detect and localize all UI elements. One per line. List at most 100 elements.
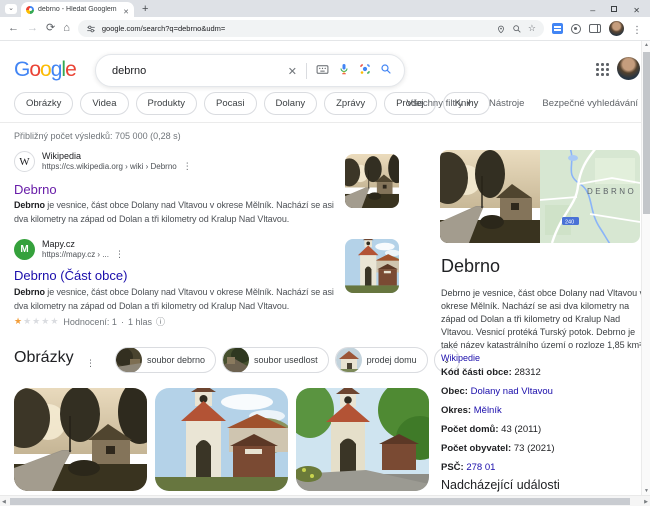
vertical-scrollbar-thumb[interactable] bbox=[643, 52, 650, 214]
translate-icon[interactable] bbox=[552, 23, 563, 34]
forward-button[interactable]: → bbox=[27, 23, 38, 34]
result-options-icon[interactable] bbox=[183, 161, 192, 172]
home-button[interactable]: ⌂ bbox=[63, 23, 70, 34]
result-title-link[interactable]: Debrno bbox=[14, 182, 57, 197]
image-result-chapel-sky[interactable] bbox=[155, 388, 288, 491]
result-thumbnail-village[interactable] bbox=[345, 154, 399, 208]
browser-menu-icon[interactable] bbox=[632, 20, 642, 38]
back-button[interactable]: ← bbox=[8, 23, 19, 34]
window-maximize-button[interactable] bbox=[611, 5, 618, 12]
knowledge-panel: DEBRNO 240 Debrno Debrno je vesnice, čás… bbox=[440, 41, 641, 506]
tab-list-chevron-icon[interactable]: ⌄ bbox=[5, 4, 17, 14]
google-lens-icon[interactable] bbox=[359, 62, 371, 80]
filter-chip-videa[interactable]: Videa bbox=[80, 92, 129, 115]
rating-text: Hodnocení: 1 bbox=[63, 316, 117, 327]
fact-row: Okres: Mělník bbox=[441, 405, 502, 416]
scroll-down-icon[interactable]: ▼ bbox=[643, 488, 650, 494]
filter-chip-pocasi[interactable]: Pocasi bbox=[204, 92, 257, 115]
result-snippet: Debrno je vesnice, část obce Dolany nad … bbox=[14, 200, 334, 224]
fact-link[interactable]: Dolany nad Vltavou bbox=[471, 386, 553, 397]
kp-map[interactable]: DEBRNO 240 bbox=[539, 150, 640, 243]
browser-window: ⌄ debrno - Hledat Googlem + ← → ⟳ ⌂ goog… bbox=[0, 0, 650, 507]
fact-link[interactable]: 278 01 bbox=[466, 462, 495, 473]
image-result-chapel-trees[interactable] bbox=[296, 388, 429, 491]
image-chip-soubor-debrno[interactable]: soubor debrno bbox=[115, 347, 217, 373]
kp-wikipedia-link[interactable]: Wikipedie bbox=[441, 353, 480, 363]
result-breadcrumb[interactable]: https://mapy.cz › ... bbox=[42, 250, 109, 260]
result-breadcrumb[interactable]: https://cs.wikipedia.org › wiki › Debrno bbox=[42, 162, 177, 172]
info-icon[interactable] bbox=[156, 315, 165, 328]
new-tab-button[interactable]: + bbox=[142, 2, 148, 16]
filter-chip-produkty[interactable]: Produkty bbox=[135, 92, 198, 115]
microphone-icon[interactable] bbox=[338, 62, 350, 80]
side-panel-icon[interactable] bbox=[589, 24, 601, 33]
url-text[interactable]: google.com/search?q=debrno&udm= bbox=[102, 24, 490, 33]
kp-title: Debrno bbox=[441, 256, 501, 276]
browser-tab[interactable]: debrno - Hledat Googlem bbox=[21, 2, 134, 17]
mapy-favicon-icon: M bbox=[14, 239, 35, 260]
google-favicon-icon bbox=[26, 5, 34, 14]
star-icon bbox=[32, 316, 41, 326]
chip-thumbnail bbox=[335, 348, 362, 372]
star-icon bbox=[41, 316, 50, 326]
scroll-left-icon[interactable]: ◀ bbox=[2, 499, 6, 505]
tune-icon[interactable] bbox=[86, 24, 96, 34]
bookmark-star-icon[interactable]: ☆ bbox=[528, 24, 536, 33]
result-site-name[interactable]: Mapy.cz bbox=[42, 239, 124, 249]
image-chip-prodej-domu[interactable]: prodej domu bbox=[334, 347, 428, 373]
reload-button[interactable]: ⟳ bbox=[46, 23, 55, 34]
result-stats: Přibližný počet výsledků: 705 000 (0,28 … bbox=[14, 131, 181, 141]
result-site-name[interactable]: Wikipedia bbox=[42, 151, 192, 161]
image-chip-soubor-usedlost[interactable]: soubor usedlost bbox=[222, 347, 329, 373]
images-section-heading: Obrázky bbox=[14, 349, 74, 366]
address-bar[interactable]: google.com/search?q=debrno&udm= ☆ bbox=[77, 20, 544, 37]
rating-votes[interactable]: 1 hlas bbox=[128, 317, 152, 327]
extension-icon[interactable] bbox=[571, 23, 581, 34]
chip-thumbnail bbox=[223, 348, 250, 372]
filter-chip-dolany[interactable]: Dolany bbox=[263, 92, 318, 115]
kp-facts: Kód části obce: 28312 Obec: Dolany nad V… bbox=[441, 363, 555, 477]
star-icon bbox=[50, 316, 59, 326]
horizontal-scrollbar[interactable]: ◀ ▶ bbox=[0, 495, 650, 506]
fact-link[interactable]: Mělník bbox=[474, 405, 502, 416]
result-title-link[interactable]: Debrno (Část obce) bbox=[14, 268, 127, 283]
search-input[interactable]: debrno bbox=[95, 54, 405, 87]
window-minimize-button[interactable] bbox=[590, 0, 595, 18]
search-query-text[interactable]: debrno bbox=[112, 65, 279, 77]
tab-close-icon[interactable] bbox=[123, 1, 129, 19]
kp-events-heading: Nadcházející události bbox=[441, 478, 560, 492]
clear-search-icon[interactable] bbox=[288, 62, 297, 80]
filter-chip-zpravy[interactable]: Zprávy bbox=[324, 92, 378, 115]
wikipedia-favicon-icon: W bbox=[14, 151, 35, 172]
svg-text:DEBRNO: DEBRNO bbox=[587, 187, 636, 196]
result-options-icon[interactable] bbox=[115, 249, 124, 260]
keyboard-icon[interactable] bbox=[316, 62, 329, 80]
fact-row: Počet obyvatel: 73 (2021) bbox=[441, 443, 555, 454]
vertical-scrollbar[interactable]: ▲ ▼ bbox=[641, 41, 650, 495]
browser-profile-avatar[interactable] bbox=[609, 21, 624, 36]
star-icon bbox=[14, 316, 23, 326]
search-result-wikipedia: W Wikipedia https://cs.wikipedia.org › w… bbox=[14, 151, 344, 172]
kp-photo[interactable] bbox=[440, 150, 540, 243]
filter-chip-obrazky[interactable]: Obrázky bbox=[14, 92, 74, 115]
search-divider bbox=[306, 62, 307, 79]
zoom-icon[interactable] bbox=[512, 24, 522, 34]
result-rating: Hodnocení: 1 · 1 hlas bbox=[14, 315, 165, 328]
images-section-options-icon[interactable] bbox=[86, 353, 95, 371]
fact-row: Kód části obce: 28312 bbox=[441, 367, 541, 378]
star-icon bbox=[23, 316, 32, 326]
scroll-right-icon[interactable]: ▶ bbox=[644, 499, 648, 505]
kp-description: Debrno je vesnice, část obce Dolany nad … bbox=[441, 288, 641, 363]
svg-text:240: 240 bbox=[565, 220, 574, 226]
google-logo[interactable]: Google bbox=[14, 58, 77, 82]
chip-thumbnail bbox=[116, 348, 142, 372]
scroll-up-icon[interactable]: ▲ bbox=[643, 42, 650, 48]
window-close-button[interactable] bbox=[633, 0, 640, 18]
horizontal-scrollbar-thumb[interactable] bbox=[10, 498, 630, 505]
browser-toolbar: ← → ⟳ ⌂ google.com/search?q=debrno&udm= … bbox=[0, 17, 650, 41]
location-pin-icon[interactable] bbox=[496, 24, 506, 34]
result-thumbnail-chapel[interactable] bbox=[345, 239, 399, 293]
search-result-mapy: M Mapy.cz https://mapy.cz › ... bbox=[14, 239, 344, 260]
search-submit-icon[interactable] bbox=[380, 62, 392, 80]
image-result-village[interactable] bbox=[14, 388, 147, 491]
